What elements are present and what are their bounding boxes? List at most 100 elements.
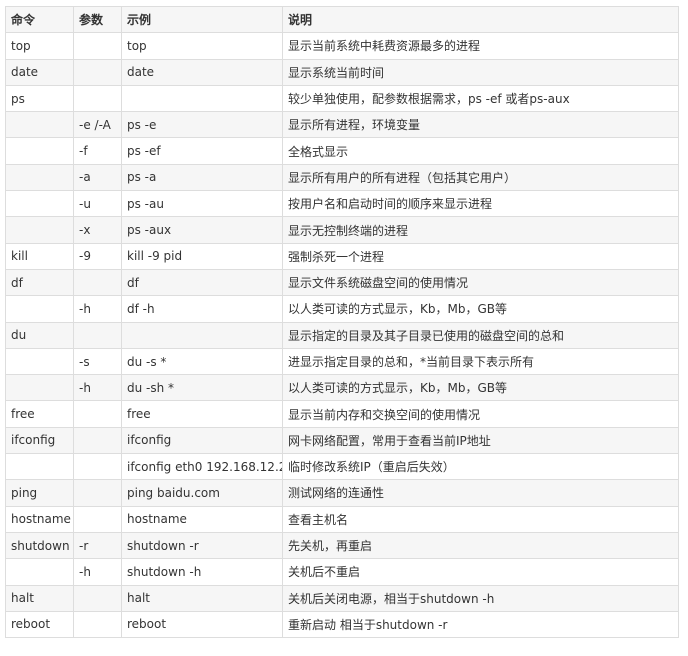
table-row: hostname hostname 查看主机名 <box>5 505 679 533</box>
cell-example: ps -ef <box>121 137 283 165</box>
cell-param <box>73 453 122 481</box>
cell-description: 按用户名和启动时间的顺序来显示进程 <box>282 190 679 218</box>
cell-param <box>73 584 122 612</box>
cell-param: -9 <box>73 242 122 270</box>
header-description: 说明 <box>282 5 679 34</box>
cell-param: -x <box>73 216 122 244</box>
table-row: top top 显示当前系统中耗费资源最多的进程 <box>5 32 679 60</box>
cell-description: 显示当前系统中耗费资源最多的进程 <box>282 32 679 60</box>
cell-param <box>73 479 122 507</box>
cell-example: shutdown -h <box>121 558 283 586</box>
cell-command: df <box>5 268 74 297</box>
cell-example: ps -au <box>121 190 283 218</box>
cell-example <box>121 321 283 349</box>
cell-description: 关机后不重启 <box>282 558 679 586</box>
cell-command: ping <box>5 479 74 507</box>
cell-param <box>73 400 122 428</box>
cell-param: -u <box>73 190 122 218</box>
cell-example: top <box>121 32 283 60</box>
cell-description: 网卡网络配置，常用于查看当前IP地址 <box>282 426 679 455</box>
cell-description: 显示无控制终端的进程 <box>282 216 679 244</box>
cell-command: hostname <box>5 505 74 533</box>
cell-description: 显示指定的目录及其子目录已使用的磁盘空间的总和 <box>282 321 679 349</box>
cell-command: du <box>5 321 74 349</box>
cell-example: ps -aux <box>121 216 283 244</box>
table-row: -s du -s * 进显示指定目录的总和，*当前目录下表示所有 <box>5 347 679 376</box>
cell-command <box>5 558 74 586</box>
cell-example: free <box>121 400 283 428</box>
table-row: -u ps -au 按用户名和启动时间的顺序来显示进程 <box>5 190 679 218</box>
table-row: date date 显示系统当前时间 <box>5 58 679 86</box>
table-row: -f ps -ef 全格式显示 <box>5 137 679 165</box>
cell-description: 测试网络的连通性 <box>282 479 679 507</box>
cell-description: 关机后关闭电源，相当于shutdown -h <box>282 584 679 612</box>
header-param: 参数 <box>73 5 122 34</box>
table-row: ifconfig eth0 192.168.12.22 临时修改系统IP（重启后失… <box>5 453 679 481</box>
cell-example <box>121 84 283 113</box>
cell-command <box>5 111 74 139</box>
cell-param: -h <box>73 295 122 323</box>
table-row: -x ps -aux 显示无控制终端的进程 <box>5 216 679 244</box>
cell-example: ping baidu.com <box>121 479 283 507</box>
table-row: -h df -h 以人类可读的方式显示，Kb，Mb，GB等 <box>5 295 679 323</box>
cell-command: free <box>5 400 74 428</box>
cell-example: du -s * <box>121 347 283 376</box>
table-row: kill -9 kill -9 pid 强制杀死一个进程 <box>5 242 679 270</box>
cell-command <box>5 216 74 244</box>
cell-param: -h <box>73 558 122 586</box>
cell-description: 显示系统当前时间 <box>282 58 679 86</box>
cell-param: -h <box>73 374 122 402</box>
header-example: 示例 <box>121 5 283 34</box>
cell-description: 强制杀死一个进程 <box>282 242 679 270</box>
cell-description: 先关机，再重启 <box>282 531 679 560</box>
cell-command <box>5 190 74 218</box>
cell-example: du -sh * <box>121 374 283 402</box>
header-command: 命令 <box>5 5 74 34</box>
cell-command: reboot <box>5 610 74 639</box>
table-row: shutdown -r shutdown -r 先关机，再重启 <box>5 531 679 560</box>
cell-command <box>5 374 74 402</box>
cell-example: ps -e <box>121 111 283 139</box>
cell-command: ps <box>5 84 74 113</box>
cell-command: kill <box>5 242 74 270</box>
cell-param <box>73 426 122 455</box>
cell-example: df -h <box>121 295 283 323</box>
cell-command <box>5 163 74 192</box>
cell-description: 查看主机名 <box>282 505 679 533</box>
cell-param <box>73 505 122 533</box>
cell-example: df <box>121 268 283 297</box>
cell-example: date <box>121 58 283 86</box>
table-row: -a ps -a 显示所有用户的所有进程（包括其它用户） <box>5 163 679 192</box>
table-row: ping ping baidu.com 测试网络的连通性 <box>5 479 679 507</box>
cell-command <box>5 347 74 376</box>
cell-description: 显示文件系统磁盘空间的使用情况 <box>282 268 679 297</box>
linux-command-table: 命令 参数 示例 说明 top top 显示当前系统中耗费资源最多的进程 date da… <box>5 5 679 639</box>
cell-description: 重新启动 相当于shutdown -r <box>282 610 679 639</box>
cell-command: date <box>5 58 74 86</box>
cell-description: 进显示指定目录的总和，*当前目录下表示所有 <box>282 347 679 376</box>
table-row: df df 显示文件系统磁盘空间的使用情况 <box>5 268 679 297</box>
table-row: -h shutdown -h 关机后不重启 <box>5 558 679 586</box>
cell-param <box>73 84 122 113</box>
cell-command: shutdown <box>5 531 74 560</box>
table-row: free free 显示当前内存和交换空间的使用情况 <box>5 400 679 428</box>
cell-description: 以人类可读的方式显示，Kb，Mb，GB等 <box>282 374 679 402</box>
cell-description: 以人类可读的方式显示，Kb，Mb，GB等 <box>282 295 679 323</box>
cell-param <box>73 268 122 297</box>
table-row: -e /-A ps -e 显示所有进程，环境变量 <box>5 111 679 139</box>
table-row: du 显示指定的目录及其子目录已使用的磁盘空间的总和 <box>5 321 679 349</box>
cell-example: ps -a <box>121 163 283 192</box>
cell-command: ifconfig <box>5 426 74 455</box>
cell-param: -r <box>73 531 122 560</box>
table-body: top top 显示当前系统中耗费资源最多的进程 date date 显示系统当前时间 ps… <box>5 32 679 639</box>
cell-example: shutdown -r <box>121 531 283 560</box>
cell-example: ifconfig eth0 192.168.12.22 <box>121 453 283 481</box>
table-row: ps 较少单独使用，配参数根据需求，ps -ef 或者ps-aux <box>5 84 679 113</box>
cell-param <box>73 610 122 639</box>
cell-example: hostname <box>121 505 283 533</box>
table-row: reboot reboot 重新启动 相当于shutdown -r <box>5 610 679 639</box>
cell-command: halt <box>5 584 74 612</box>
cell-command: top <box>5 32 74 60</box>
cell-param <box>73 32 122 60</box>
cell-description: 显示当前内存和交换空间的使用情况 <box>282 400 679 428</box>
